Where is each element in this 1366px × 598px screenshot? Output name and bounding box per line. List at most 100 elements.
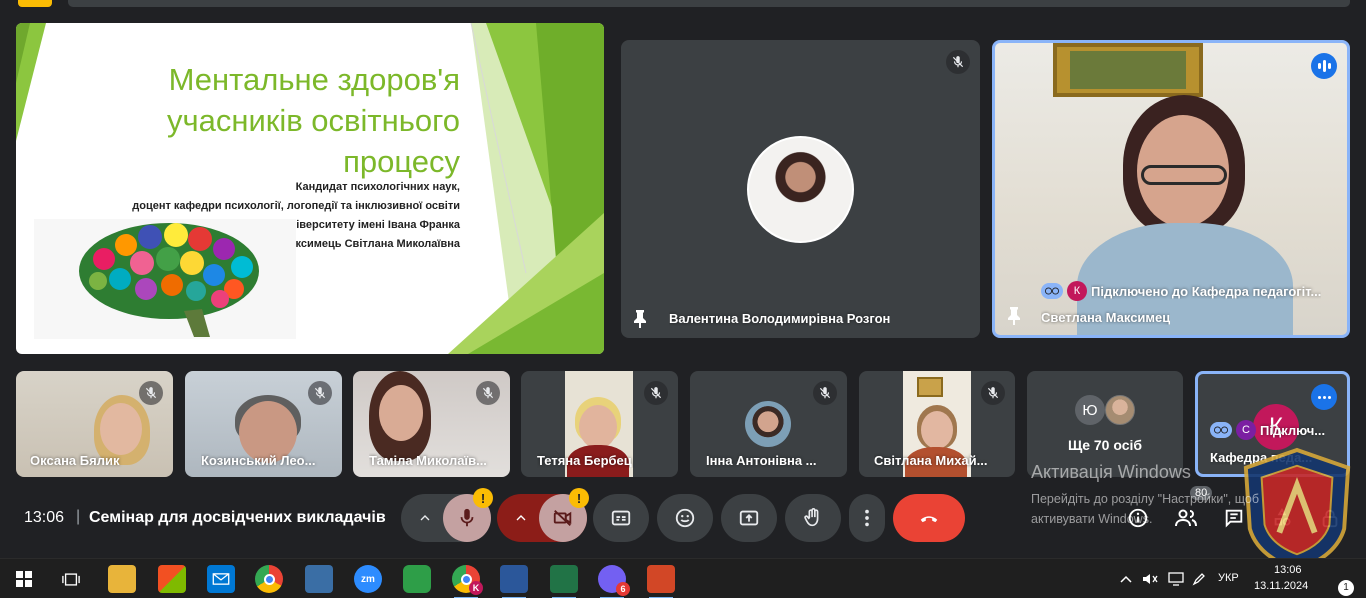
avatar: С <box>1236 420 1256 440</box>
clock-date[interactable]: 13.11.2024 <box>1254 580 1308 592</box>
chevron-up-icon[interactable] <box>1120 575 1132 583</box>
pen-icon[interactable] <box>1192 572 1208 586</box>
warning-badge: ! <box>473 488 493 508</box>
mic-control: ! <box>401 488 493 542</box>
start-button[interactable] <box>10 565 38 593</box>
mic-icon <box>460 508 474 527</box>
chevron-up-icon[interactable] <box>513 510 529 526</box>
meet-window: Ментальне здоров'я учасників освітнього … <box>0 0 1366 598</box>
chrome-icon[interactable] <box>255 565 283 593</box>
slide-title: Ментальне здоров'я учасників освітнього … <box>166 62 460 179</box>
reactions-button[interactable] <box>657 494 713 542</box>
task-view-button[interactable] <box>57 565 85 593</box>
camera-button[interactable]: ! <box>539 488 589 542</box>
powerpoint-icon[interactable] <box>647 565 675 598</box>
mic-off-icon <box>946 50 970 74</box>
present-button[interactable] <box>721 494 777 542</box>
notifications-badge[interactable]: 1 <box>1338 580 1354 596</box>
raise-hand-button[interactable] <box>785 494 841 542</box>
more-participants-tile[interactable]: Ю Ще 70 осіб <box>1027 371 1183 477</box>
connected-status: К Підключено до Кафедра педагогіт... <box>1041 281 1335 301</box>
info-icon <box>1128 508 1148 528</box>
speaker-muted-icon[interactable] <box>1142 572 1158 586</box>
participant-name: Оксана Бялик <box>30 453 120 468</box>
connection-text: Підключ... <box>1260 422 1326 438</box>
more-participants-label: Ще 70 осіб <box>1067 437 1143 453</box>
avatar: Ю <box>1075 395 1105 425</box>
windows-logo-icon <box>16 571 32 587</box>
more-vert-icon <box>865 509 869 527</box>
task-view-icon <box>62 572 80 586</box>
connection-text: Підключено до Кафедра педагогіт... <box>1091 283 1322 299</box>
chevron-up-icon[interactable] <box>417 510 433 526</box>
mic-off-icon <box>139 381 163 405</box>
participant-name: Светлана Максимец <box>1041 310 1171 325</box>
mic-off-icon <box>813 381 837 405</box>
link-icon <box>1041 283 1063 299</box>
hand-icon <box>804 508 819 527</box>
participants-count-badge: 80 <box>1190 486 1213 500</box>
participant-tile[interactable]: Світлана Михай... <box>859 371 1015 477</box>
more-options-icon[interactable] <box>1311 384 1337 410</box>
windows-taskbar: zm K 6 УКР 13:06 13.11.2024 1 <box>0 558 1366 598</box>
participant-name: Таміла Миколаїв... <box>369 453 487 468</box>
camera-control: ! <box>497 488 589 542</box>
network-icon[interactable] <box>1168 572 1184 586</box>
more-options-button[interactable] <box>849 494 885 542</box>
word-icon[interactable] <box>500 565 528 598</box>
meeting-title: Семінар для досвідчених викладачів <box>89 509 386 526</box>
mail-icon[interactable] <box>207 565 235 593</box>
warning-badge: ! <box>569 488 589 508</box>
line-app-icon[interactable] <box>403 565 431 593</box>
presentation-tile[interactable]: Ментальне здоров'я учасників освітнього … <box>16 23 604 354</box>
avatar <box>1105 395 1135 425</box>
top-yellow-tab[interactable] <box>18 0 52 7</box>
people-icon <box>1175 509 1197 527</box>
pin-icon[interactable] <box>1007 307 1021 325</box>
leave-call-button[interactable] <box>893 494 965 542</box>
avatar <box>747 136 854 243</box>
university-emblem-watermark <box>1243 447 1351 573</box>
microsoft-store-icon[interactable] <box>158 565 186 593</box>
captions-button[interactable] <box>593 494 649 542</box>
network-app-icon[interactable] <box>305 565 333 593</box>
pin-icon[interactable] <box>633 310 647 328</box>
file-explorer-icon[interactable] <box>108 565 136 593</box>
present-screen-icon <box>739 510 759 526</box>
participant-tile[interactable]: Інна Антонівна ... <box>690 371 847 477</box>
camera-off-icon <box>553 509 572 527</box>
mic-button[interactable]: ! <box>443 488 493 542</box>
participant-tile-valentyna[interactable]: Валентина Володимирівна Розгон <box>621 40 980 338</box>
viber-icon[interactable]: 6 <box>598 565 630 598</box>
mic-off-icon <box>981 381 1005 405</box>
participant-name: Інна Антонівна ... <box>706 453 817 468</box>
unread-badge: 6 <box>616 582 630 596</box>
participant-tile[interactable]: Таміла Миколаїв... <box>353 371 510 477</box>
participant-name: Тетяна Бербец <box>537 453 632 468</box>
hang-up-icon <box>920 516 938 523</box>
excel-icon[interactable] <box>550 565 578 598</box>
meeting-time: 13:06 <box>24 509 65 526</box>
participant-tile[interactable]: Козинський Лео... <box>185 371 342 477</box>
mic-off-icon <box>644 381 668 405</box>
top-grey-bar <box>68 0 1350 7</box>
participant-name: Світлана Михай... <box>874 453 988 468</box>
language-indicator[interactable]: УКР <box>1218 572 1239 584</box>
participant-tile-svetlana[interactable]: К Підключено до Кафедра педагогіт... Све… <box>992 40 1350 338</box>
meeting-info-button[interactable] <box>1125 505 1151 531</box>
participant-tile[interactable]: Оксана Бялик <box>16 371 173 477</box>
clock-time[interactable]: 13:06 <box>1274 564 1302 576</box>
captions-icon <box>611 510 631 526</box>
speaking-indicator-icon <box>1311 53 1337 79</box>
zoom-icon[interactable]: zm <box>354 565 382 593</box>
profile-badge: K <box>469 581 483 595</box>
participant-name: Козинський Лео... <box>201 453 316 468</box>
emoji-icon <box>675 508 695 528</box>
mic-off-icon <box>476 381 500 405</box>
meeting-separator: | <box>76 508 81 525</box>
chrome-profile-icon[interactable]: K <box>452 565 483 598</box>
avatar <box>745 401 791 447</box>
participant-name: Валентина Володимирівна Розгон <box>669 311 891 326</box>
people-button[interactable] <box>1173 505 1199 531</box>
participant-tile[interactable]: Тетяна Бербец <box>521 371 678 477</box>
